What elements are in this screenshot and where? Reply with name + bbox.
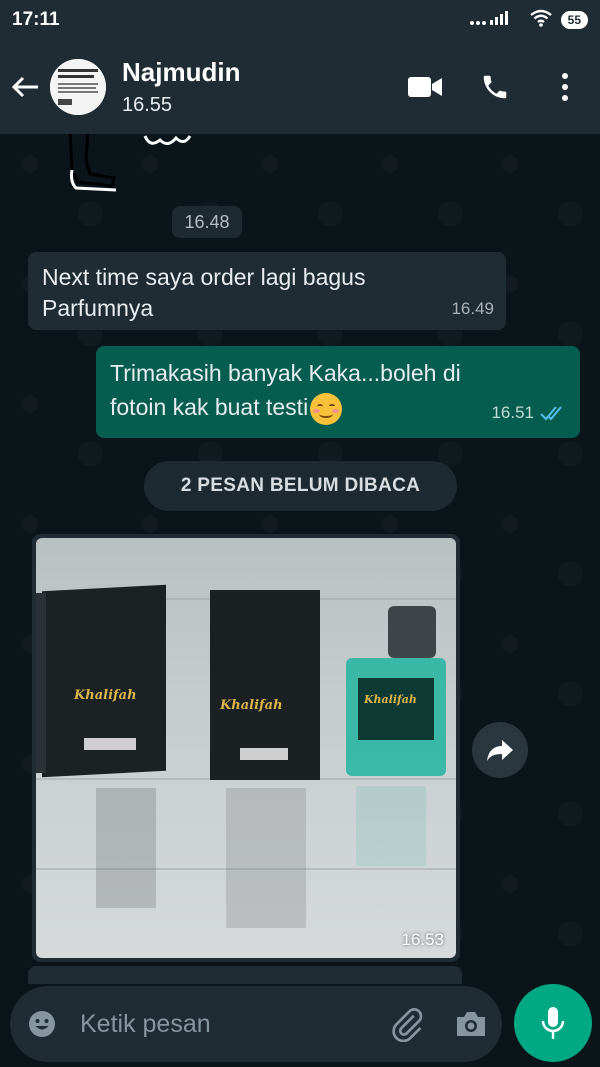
mic-icon [541, 1007, 565, 1039]
emoji-button[interactable] [10, 986, 74, 1062]
outgoing-text-line-1: Trimakasih banyak Kaka...boleh di [110, 360, 461, 386]
photo-message[interactable]: Khalifah Khalifah Khalifah 16.53 [32, 534, 460, 962]
input-bar: Ketik pesan [0, 984, 600, 1067]
next-message-peek [28, 966, 462, 984]
voice-call-button[interactable] [460, 40, 530, 134]
incoming-text-line-2: Parfumnya [42, 295, 154, 321]
forward-icon [487, 740, 513, 761]
product-label-3: Khalifah [364, 693, 417, 706]
avatar[interactable] [50, 59, 106, 115]
sticker-time: 16.48 [172, 206, 242, 238]
incoming-message[interactable]: Next time saya order lagi bagus Parfumny… [28, 252, 506, 330]
status-time: 17:11 [12, 9, 60, 30]
product-photo[interactable]: Khalifah Khalifah Khalifah 16.53 [36, 538, 456, 958]
signal-icon [469, 10, 521, 30]
camera-button[interactable] [440, 986, 502, 1062]
status-bar: 17:11 55 [0, 0, 600, 40]
last-seen: 16.55 [122, 94, 173, 116]
video-call-button[interactable] [390, 40, 460, 134]
unread-messages-divider: 2 PESAN BELUM DIBACA [144, 461, 457, 511]
video-call-icon [408, 77, 442, 97]
phone-icon [483, 75, 507, 99]
status-icons: 55 [469, 9, 588, 31]
outgoing-meta: 16.51 [491, 396, 566, 430]
wifi-icon [529, 9, 553, 31]
battery-indicator: 55 [560, 11, 588, 29]
product-label-2: Khalifah [220, 698, 283, 713]
emoji-icon [29, 1011, 55, 1037]
incoming-time: 16.49 [451, 299, 494, 318]
photo-time: 16.53 [401, 930, 444, 949]
chat-header: Najmudin 16.55 [0, 40, 600, 134]
back-button[interactable] [0, 40, 50, 134]
message-placeholder: Ketik pesan [80, 1009, 211, 1038]
voice-message-button[interactable] [514, 984, 592, 1062]
more-options-button[interactable] [530, 40, 600, 134]
back-arrow-icon [11, 76, 38, 98]
double-check-icon [540, 406, 562, 421]
attach-button[interactable] [372, 986, 442, 1062]
contact-info[interactable]: Najmudin 16.55 [122, 57, 240, 117]
sticker-image[interactable] [50, 134, 220, 200]
camera-icon [457, 1012, 485, 1036]
chat-area[interactable]: 16.48 Next time saya order lagi bagus Pa… [0, 134, 600, 984]
outgoing-text-line-2: fotoin kak buat testi [110, 394, 309, 420]
smiling-emoji-icon [310, 392, 343, 425]
contact-name: Najmudin [122, 57, 241, 87]
attach-icon [392, 1008, 423, 1042]
outgoing-time: 16.51 [491, 403, 534, 422]
incoming-text-line-1: Next time saya order lagi bagus [42, 264, 366, 290]
message-input[interactable]: Ketik pesan [10, 986, 502, 1062]
more-vert-icon [562, 73, 568, 101]
forward-button[interactable] [472, 722, 528, 778]
header-actions [390, 40, 600, 134]
outgoing-message[interactable]: Trimakasih banyak Kaka...boleh di fotoin… [96, 346, 580, 438]
product-label-1: Khalifah [74, 688, 137, 703]
